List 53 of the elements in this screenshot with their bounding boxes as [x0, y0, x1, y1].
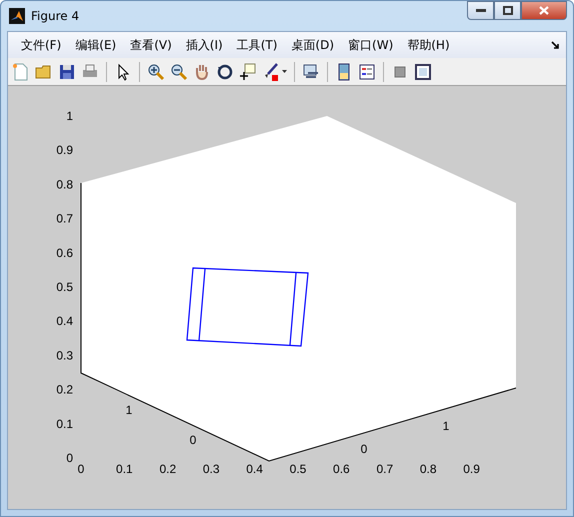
close-icon — [539, 6, 549, 15]
app-logo-icon — [9, 8, 25, 24]
save-icon[interactable] — [58, 62, 76, 80]
open-folder-icon[interactable] — [35, 62, 53, 80]
z-tick-label: 0.9 — [56, 143, 73, 158]
menu-item[interactable]: 窗口(W) — [341, 36, 400, 54]
x-tick-label: 0.9 — [463, 462, 480, 476]
z-tick-label: 0.1 — [56, 416, 73, 431]
minimize-button[interactable] — [467, 1, 494, 20]
window-title: Figure 4 — [31, 9, 80, 23]
maximize-icon — [502, 6, 512, 15]
frame-icon[interactable] — [414, 62, 432, 80]
x-tick-label: 0.8 — [420, 462, 437, 476]
caret-icon[interactable] — [282, 70, 287, 73]
z-tick-label: 0.5 — [56, 280, 73, 294]
z-tick-label: 0.8 — [56, 177, 73, 192]
menu-item[interactable]: 编辑(E) — [68, 36, 124, 54]
z-tick-label: 0.4 — [56, 314, 73, 328]
x-tick-label: 0.3 — [202, 462, 220, 476]
x-tick-label: 0.2 — [159, 462, 176, 476]
y-tick-label: 0 — [190, 433, 196, 447]
z-tick-label: 0.2 — [56, 382, 73, 397]
rotate-icon[interactable] — [216, 62, 234, 80]
x-tick-label: 0.6 — [333, 462, 350, 476]
menu-item[interactable]: 查看(V) — [123, 36, 179, 54]
x-tick-label: 0.4 — [246, 462, 263, 476]
x-tick-label: 0.5 — [290, 462, 306, 476]
menu-item[interactable]: 插入(I) — [178, 36, 230, 54]
menu-item[interactable]: 桌面(D) — [284, 36, 342, 54]
brush-icon[interactable] — [262, 62, 280, 80]
y-tick-label: 0 — [360, 442, 368, 456]
z-tick-label: 0.7 — [56, 212, 73, 226]
legend-icon[interactable] — [358, 62, 376, 80]
data-cursor-icon[interactable] — [239, 62, 257, 80]
menu-item[interactable]: 文件(F) — [14, 36, 68, 54]
dock-arrow-icon[interactable] — [551, 40, 560, 50]
hand-icon[interactable] — [193, 62, 211, 80]
menu-item[interactable]: 帮助(H) — [400, 36, 457, 54]
y-tick-label: 1 — [442, 419, 450, 433]
z-tick-label: 0 — [66, 451, 73, 465]
x-tick-label: 0.1 — [116, 462, 133, 476]
menu-item[interactable]: 工具(T) — [230, 36, 284, 54]
z-tick-label: 1 — [66, 109, 73, 123]
close-button[interactable] — [521, 1, 567, 20]
x-tick-label: 0.7 — [376, 462, 394, 476]
z-tick-label: 0.6 — [56, 246, 73, 260]
y-tick-label: 1 — [126, 403, 132, 417]
minimize-icon — [476, 8, 486, 12]
z-tick-label: 0.3 — [56, 348, 73, 362]
maximize-button[interactable] — [494, 1, 521, 20]
zoom-in-icon[interactable] — [147, 62, 165, 80]
zoom-out-icon[interactable] — [170, 62, 188, 80]
x-tick-label: 0 — [78, 462, 84, 476]
